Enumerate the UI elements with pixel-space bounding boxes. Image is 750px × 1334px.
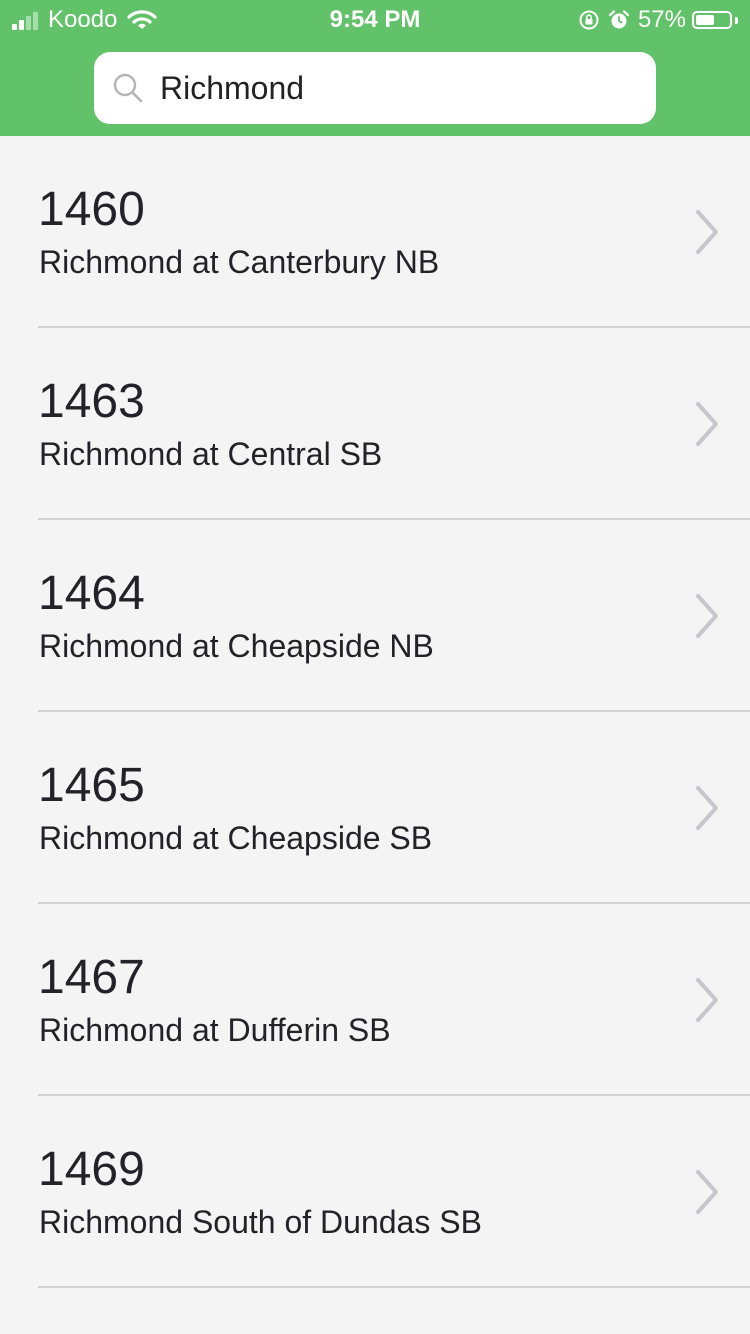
row-separator [38, 1286, 750, 1288]
stop-number: 1465 [38, 759, 145, 812]
stop-number: 1464 [38, 567, 145, 620]
status-right: 57% [578, 6, 738, 34]
stop-name: Richmond at Cheapside NB [39, 628, 434, 664]
stop-row[interactable]: 1467 Richmond at Dufferin SB [0, 904, 750, 1096]
status-bar: Koodo 9:54 PM 57% [0, 0, 750, 40]
orientation-lock-icon [579, 10, 599, 30]
stop-name: Richmond at Dufferin SB [39, 1012, 391, 1048]
stop-number: 1460 [38, 183, 145, 236]
battery-level [696, 15, 714, 25]
chevron-right-icon [696, 402, 718, 446]
stop-name: Richmond at Central SB [39, 436, 383, 472]
alarm-icon [608, 10, 630, 29]
chevron-right-icon [696, 786, 718, 830]
battery-icon [692, 11, 732, 29]
search-input[interactable] [160, 52, 630, 124]
battery-percent: 57% [637, 6, 686, 33]
search-icon [113, 73, 143, 103]
chevron-right-icon [696, 594, 718, 638]
chevron-right-icon [696, 1170, 718, 1214]
chevron-right-icon [696, 210, 718, 254]
stop-number: 1467 [38, 951, 145, 1004]
stop-row[interactable]: 1464 Richmond at Cheapside NB [0, 520, 750, 712]
chevron-right-icon [696, 978, 718, 1022]
stop-name: Richmond at Cheapside SB [39, 820, 433, 856]
results-list: 1460 Richmond at Canterbury NB 1463 Richmon… [0, 136, 750, 1288]
stop-row[interactable]: 1469 Richmond South of Dundas SB [0, 1096, 750, 1288]
stop-number: 1463 [38, 375, 145, 428]
stop-name: Richmond South of Dundas SB [39, 1204, 482, 1240]
stop-number: 1469 [38, 1143, 145, 1196]
stop-row[interactable]: 1463 Richmond at Central SB [0, 328, 750, 520]
search-bar[interactable] [94, 52, 656, 124]
stop-row[interactable]: 1460 Richmond at Canterbury NB [0, 136, 750, 328]
stop-row[interactable]: 1465 Richmond at Cheapside SB [0, 712, 750, 904]
battery-nub [735, 16, 738, 24]
header-bar: Koodo 9:54 PM 57% [0, 0, 750, 136]
stop-name: Richmond at Canterbury NB [39, 244, 440, 280]
